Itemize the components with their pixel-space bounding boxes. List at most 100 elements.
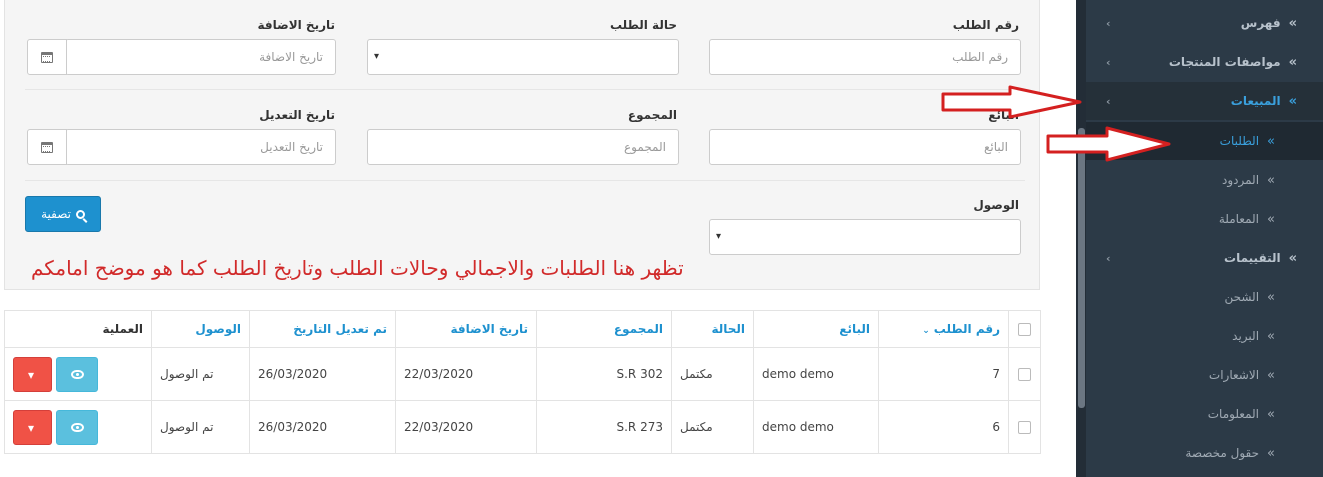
arrival-select[interactable]: ▾ bbox=[709, 219, 1021, 255]
column-header-label: البائع bbox=[839, 322, 870, 336]
column-header-date-modified[interactable]: تم تعديل التاريخ bbox=[249, 310, 396, 348]
date-added-calendar-button[interactable] bbox=[27, 39, 67, 75]
date-modified-label: تاريخ التعديل bbox=[259, 108, 335, 122]
double-chevron-icon: » bbox=[1267, 133, 1275, 149]
calendar-icon bbox=[41, 141, 53, 153]
date-added-placeholder: تاريخ الاضافة bbox=[259, 50, 323, 64]
double-chevron-icon: » bbox=[1267, 445, 1275, 461]
double-chevron-icon: » bbox=[1288, 54, 1297, 70]
sidebar-item-shipping[interactable]: » الشحن bbox=[1086, 278, 1323, 316]
order-id-input[interactable]: رقم الطلب bbox=[709, 39, 1021, 75]
order-id-placeholder: رقم الطلب bbox=[952, 50, 1008, 64]
date-modified-input[interactable]: تاريخ التعديل bbox=[65, 129, 336, 165]
sidebar-item-label: البريد bbox=[1232, 329, 1260, 343]
column-header-total[interactable]: المجموع bbox=[536, 310, 672, 348]
seller-input[interactable]: البائع bbox=[709, 129, 1021, 165]
double-chevron-icon: » bbox=[1267, 406, 1275, 422]
annotation-arrow-orders bbox=[1046, 126, 1171, 162]
sidebar-item-custom-fields[interactable]: » حقول مخصصة bbox=[1086, 434, 1323, 472]
divider bbox=[25, 89, 1025, 90]
sidebar-item-product-attributes[interactable]: » مواصفات المنتجات › bbox=[1086, 43, 1323, 81]
sidebar-item-mail[interactable]: » البريد bbox=[1086, 317, 1323, 355]
eye-icon bbox=[71, 369, 84, 379]
sidebar-item-reviews[interactable]: » التقييمات › bbox=[1086, 239, 1323, 277]
column-header-date-added[interactable]: تاريخ الاضافة bbox=[395, 310, 537, 348]
sidebar-item-sales[interactable]: » المبيعات › bbox=[1086, 82, 1323, 120]
order-id-cell: 6 bbox=[878, 400, 1009, 454]
table-row: 7 demo demo مكتمل S.R 302 22/03/2020 26/… bbox=[4, 347, 1041, 401]
date-modified-calendar-button[interactable] bbox=[27, 129, 67, 165]
status-cell: مكتمل bbox=[671, 400, 754, 454]
select-all-cell bbox=[1008, 310, 1041, 348]
date-added-cell: 22/03/2020 bbox=[395, 347, 537, 401]
column-header-label: رقم الطلب bbox=[933, 322, 1000, 336]
column-header-status[interactable]: الحالة bbox=[671, 310, 754, 348]
date-modified-cell: 26/03/2020 bbox=[249, 400, 396, 454]
chevron-left-icon: › bbox=[1106, 55, 1111, 69]
sidebar-item-label: المعاملة bbox=[1218, 212, 1260, 226]
reject-button[interactable]: ▾ bbox=[13, 409, 52, 445]
seller-cell: demo demo bbox=[753, 400, 879, 454]
arrival-label: الوصول bbox=[973, 198, 1019, 212]
order-id-cell: 7 bbox=[878, 347, 1009, 401]
date-added-label: تاريخ الاضافة bbox=[257, 18, 335, 32]
seller-cell: demo demo bbox=[753, 347, 879, 401]
sidebar-item-catalog[interactable]: » فهرس › bbox=[1086, 4, 1323, 42]
double-chevron-icon: » bbox=[1288, 250, 1297, 266]
column-header-arrival[interactable]: الوصول bbox=[151, 310, 250, 348]
reject-button[interactable]: ▾ bbox=[13, 356, 52, 392]
view-button[interactable] bbox=[56, 356, 98, 392]
action-cell: ▾ bbox=[4, 347, 152, 401]
seller-placeholder: البائع bbox=[984, 140, 1008, 154]
date-added-input[interactable]: تاريخ الاضافة bbox=[65, 39, 336, 75]
column-header-label: الحالة bbox=[711, 322, 745, 336]
total-placeholder: المجموع bbox=[624, 140, 666, 154]
arrival-cell: تم الوصول bbox=[151, 400, 250, 454]
action-cell: ▾ bbox=[4, 400, 152, 454]
chevron-down-icon: › bbox=[1106, 94, 1111, 108]
orders-table: رقم الطلب⌄ البائع الحالة المجموع تاريخ ا… bbox=[4, 310, 1041, 454]
filter-button[interactable]: تصفية bbox=[25, 196, 101, 232]
sidebar-item-notifications[interactable]: » الاشعارات bbox=[1086, 356, 1323, 394]
column-header-label: تم تعديل التاريخ bbox=[293, 322, 387, 336]
filter-button-label: تصفية bbox=[41, 207, 71, 221]
column-header-order-id[interactable]: رقم الطلب⌄ bbox=[878, 310, 1009, 348]
date-modified-placeholder: تاريخ التعديل bbox=[260, 140, 323, 154]
annotation-arrow-sales bbox=[941, 85, 1082, 119]
sidebar-item-label: المبيعات bbox=[1230, 94, 1281, 108]
scrollbar-thumb[interactable] bbox=[1078, 128, 1085, 408]
double-chevron-icon: » bbox=[1267, 367, 1275, 383]
table-row: 6 demo demo مكتمل S.R 273 22/03/2020 26/… bbox=[4, 400, 1041, 454]
sidebar-item-transactions[interactable]: » المعاملة bbox=[1086, 200, 1323, 238]
thumbs-down-icon: ▾ bbox=[28, 420, 35, 435]
sidebar-item-returns[interactable]: » المردود bbox=[1086, 161, 1323, 199]
sidebar-item-label: فهرس bbox=[1240, 16, 1281, 30]
total-input[interactable]: المجموع bbox=[367, 129, 679, 165]
sidebar-item-label: المردود bbox=[1222, 173, 1260, 187]
select-all-checkbox[interactable] bbox=[1018, 323, 1031, 336]
sidebar-item-label: حقول مخصصة bbox=[1185, 446, 1260, 460]
status-cell: مكتمل bbox=[671, 347, 754, 401]
eye-icon bbox=[71, 422, 84, 432]
chevron-left-icon: › bbox=[1106, 16, 1111, 30]
total-label: المجموع bbox=[627, 108, 677, 122]
search-icon bbox=[75, 209, 85, 219]
sidebar-item-label: الطلبات bbox=[1219, 134, 1260, 148]
double-chevron-icon: » bbox=[1288, 93, 1297, 109]
row-checkbox[interactable] bbox=[1018, 368, 1031, 381]
date-modified-cell: 26/03/2020 bbox=[249, 347, 396, 401]
arrival-cell: تم الوصول bbox=[151, 347, 250, 401]
sidebar-item-label: الاشعارات bbox=[1208, 368, 1260, 382]
column-header-label: الوصول bbox=[195, 322, 241, 336]
calendar-icon bbox=[41, 51, 53, 63]
sidebar-item-information[interactable]: » المعلومات bbox=[1086, 395, 1323, 433]
table-header-row: رقم الطلب⌄ البائع الحالة المجموع تاريخ ا… bbox=[4, 310, 1041, 348]
sidebar-item-label: المعلومات bbox=[1207, 407, 1260, 421]
row-checkbox[interactable] bbox=[1018, 421, 1031, 434]
status-select[interactable]: ▾ bbox=[367, 39, 679, 75]
double-chevron-icon: » bbox=[1267, 211, 1275, 227]
sidebar-item-label: التقييمات bbox=[1224, 251, 1281, 265]
view-button[interactable] bbox=[56, 409, 98, 445]
column-header-seller[interactable]: البائع bbox=[753, 310, 879, 348]
double-chevron-icon: » bbox=[1267, 328, 1275, 344]
